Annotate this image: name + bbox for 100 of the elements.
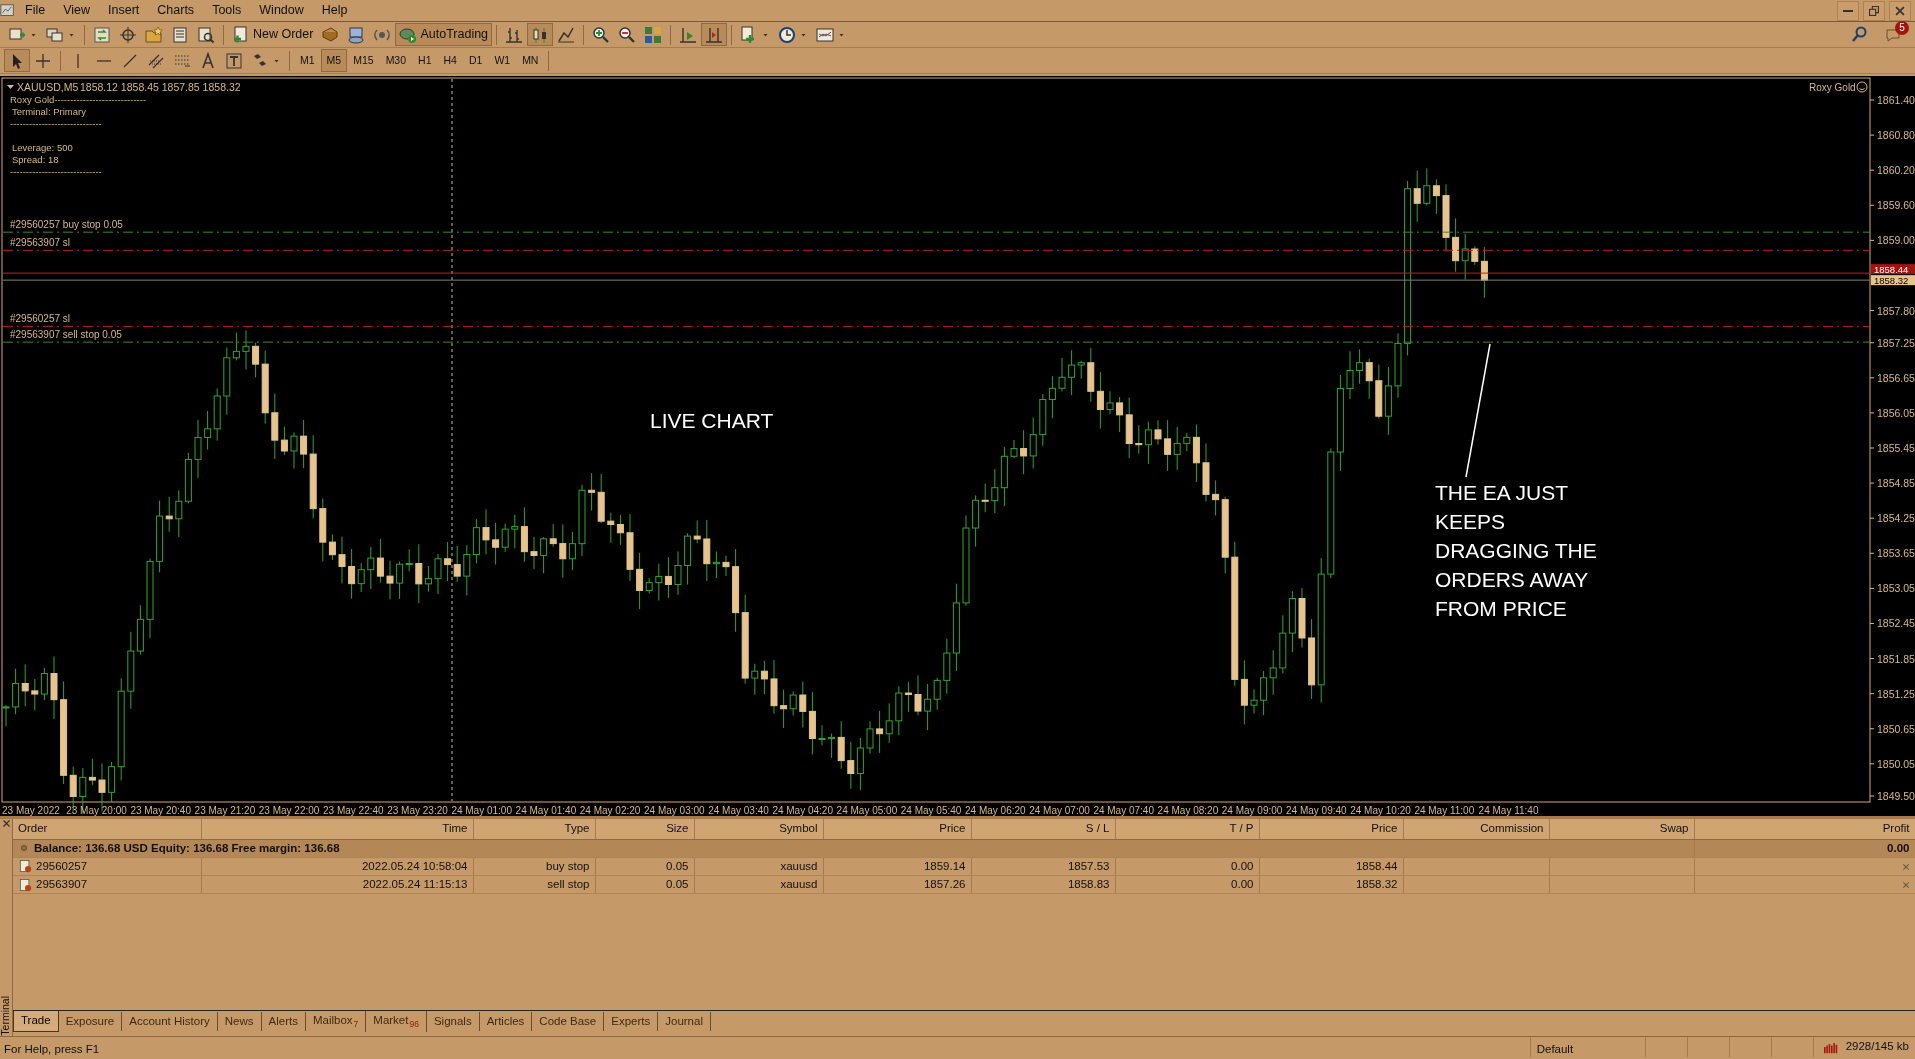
menu-item[interactable]: Insert [99,0,149,22]
monitor-icon[interactable] [347,25,366,44]
market-watch-icon[interactable] [93,25,111,44]
timeframe-button[interactable]: M15 [347,49,380,72]
list-icon[interactable] [171,25,189,44]
price-label: 1861.40 [1877,94,1915,106]
terminal-tab[interactable]: Alerts [261,1011,306,1032]
line-chart-icon[interactable] [557,25,576,44]
bar-chart-icon[interactable] [505,25,524,44]
menu-item[interactable]: Help [312,0,357,22]
document-plus-icon [232,25,250,44]
text-label-icon[interactable] [225,51,243,70]
minimize-button[interactable] [1837,0,1859,21]
folder-star-icon[interactable] [145,25,163,44]
timeframe-button[interactable]: H1 [412,49,438,72]
column-header[interactable]: Swap [1549,819,1694,839]
time-label: 23 May 2022 [2,805,60,816]
template-icon[interactable] [816,25,835,44]
chart-shift-icon[interactable] [679,25,698,44]
table-cell: 1859.14 [823,857,971,876]
terminal-tab[interactable]: News [217,1011,262,1032]
time-label: 23 May 22:40 [323,805,384,816]
timeframe-button[interactable]: M30 [379,49,413,72]
column-header[interactable]: Commission [1403,819,1549,839]
order-number: 29560257 [36,858,88,874]
column-header[interactable]: Symbol [694,819,823,839]
ask-price-tag: 1858.44 [1871,263,1915,275]
table-cell: 0.00 [1115,875,1259,894]
indicator-text: ----------------------------- [10,166,102,177]
table-cell: 1857.26 [823,875,971,894]
close-icon[interactable] [1901,880,1910,889]
column-header[interactable]: Profit [1694,819,1915,839]
terminal-tab[interactable]: Trade [13,1011,59,1032]
menu-item[interactable]: Tools [203,0,251,22]
autotrading-button[interactable]: AutoTrading [395,23,493,46]
restore-button[interactable] [1863,0,1885,21]
column-header[interactable]: Time [201,819,473,839]
indicator-text: Roxy Gold----------------------------- [10,94,147,105]
price-label: 1859.60 [1877,199,1915,212]
crosshair-target-icon[interactable] [119,25,137,44]
search-icon[interactable] [1851,25,1869,44]
terminal-title: Terminal [0,996,13,1036]
terminal-tab[interactable]: Mailbox$_{7}$ [305,1010,367,1032]
menu-item[interactable]: File [16,0,55,22]
time-label: 23 May 21:20 [194,805,256,816]
magnifier-document-icon[interactable] [197,25,215,44]
terminal-tab[interactable]: Journal [658,1011,711,1032]
timeframe-button[interactable]: W1 [488,49,517,72]
column-header[interactable]: Price [823,819,971,839]
terminal-tab[interactable]: Articles [479,1011,533,1032]
zoom-in-icon[interactable] [592,25,611,44]
order-document-icon [18,877,32,892]
terminal-tab[interactable]: Market$_{96}$ [366,1010,427,1032]
menu-item[interactable]: View [54,0,100,22]
menu-item[interactable]: Charts [148,0,204,22]
column-header[interactable]: S / L [971,819,1115,839]
timeframe-button[interactable]: M1 [294,49,321,72]
time-label: 24 May 02:20 [579,805,641,816]
column-header[interactable]: Type [473,819,595,839]
notification-count: 5 [1895,21,1909,36]
timeframe-button[interactable]: M5 [320,49,348,72]
minimize-icon [1843,9,1853,12]
tile-windows-icon[interactable] [644,25,663,44]
price-label: 1859.00 [1877,234,1915,247]
price-label: 1854.25 [1877,512,1915,525]
time-label: 24 May 03:40 [708,805,769,816]
clock-icon[interactable] [778,25,797,44]
terminal-tab[interactable]: Experts [604,1011,659,1032]
time-label: 24 May 07:00 [1029,805,1090,816]
column-header[interactable]: Price [1259,819,1403,839]
text-icon[interactable] [199,51,217,70]
balance-summary: Balance: 136.68 USD Equity: 136.68 Free margin: 136.68 [34,840,340,856]
close-icon[interactable] [1901,862,1910,871]
time-label: 24 May 06:20 [965,805,1026,816]
close-icon [1895,5,1905,16]
close-button[interactable] [1889,0,1911,21]
price-label: 1860.80 [1877,129,1915,142]
terminal-tab[interactable]: Account History [122,1011,218,1032]
close-icon[interactable] [1,819,11,828]
menu-item[interactable]: Window [250,0,313,22]
windows-icon[interactable] [46,25,64,44]
table-cell: sell stop [473,875,595,894]
timeframe-button[interactable]: MN [516,49,545,72]
auto-scroll-icon[interactable] [705,25,724,44]
time-label: 24 May 11:00 [1414,805,1475,816]
terminal-tab[interactable]: Code Base [532,1011,605,1032]
crosshair-icon[interactable] [34,51,52,70]
terminal-tab[interactable]: Signals [426,1011,480,1032]
timeframe-button[interactable]: D1 [462,49,489,72]
time-label: 24 May 03:00 [644,805,705,816]
new-order-button[interactable]: New Order [228,23,318,46]
timeframe-button[interactable]: H4 [437,49,463,72]
smiley-icon [1856,81,1868,93]
column-header[interactable]: T / P [1115,819,1259,839]
order-label: #29563907 sl [10,237,71,249]
column-header[interactable]: Size [595,819,694,839]
time-label: 24 May 11:40 [1478,805,1539,816]
column-header[interactable]: Order [13,819,201,839]
zoom-out-icon[interactable] [618,25,637,44]
terminal-tab[interactable]: Exposure [58,1011,123,1032]
